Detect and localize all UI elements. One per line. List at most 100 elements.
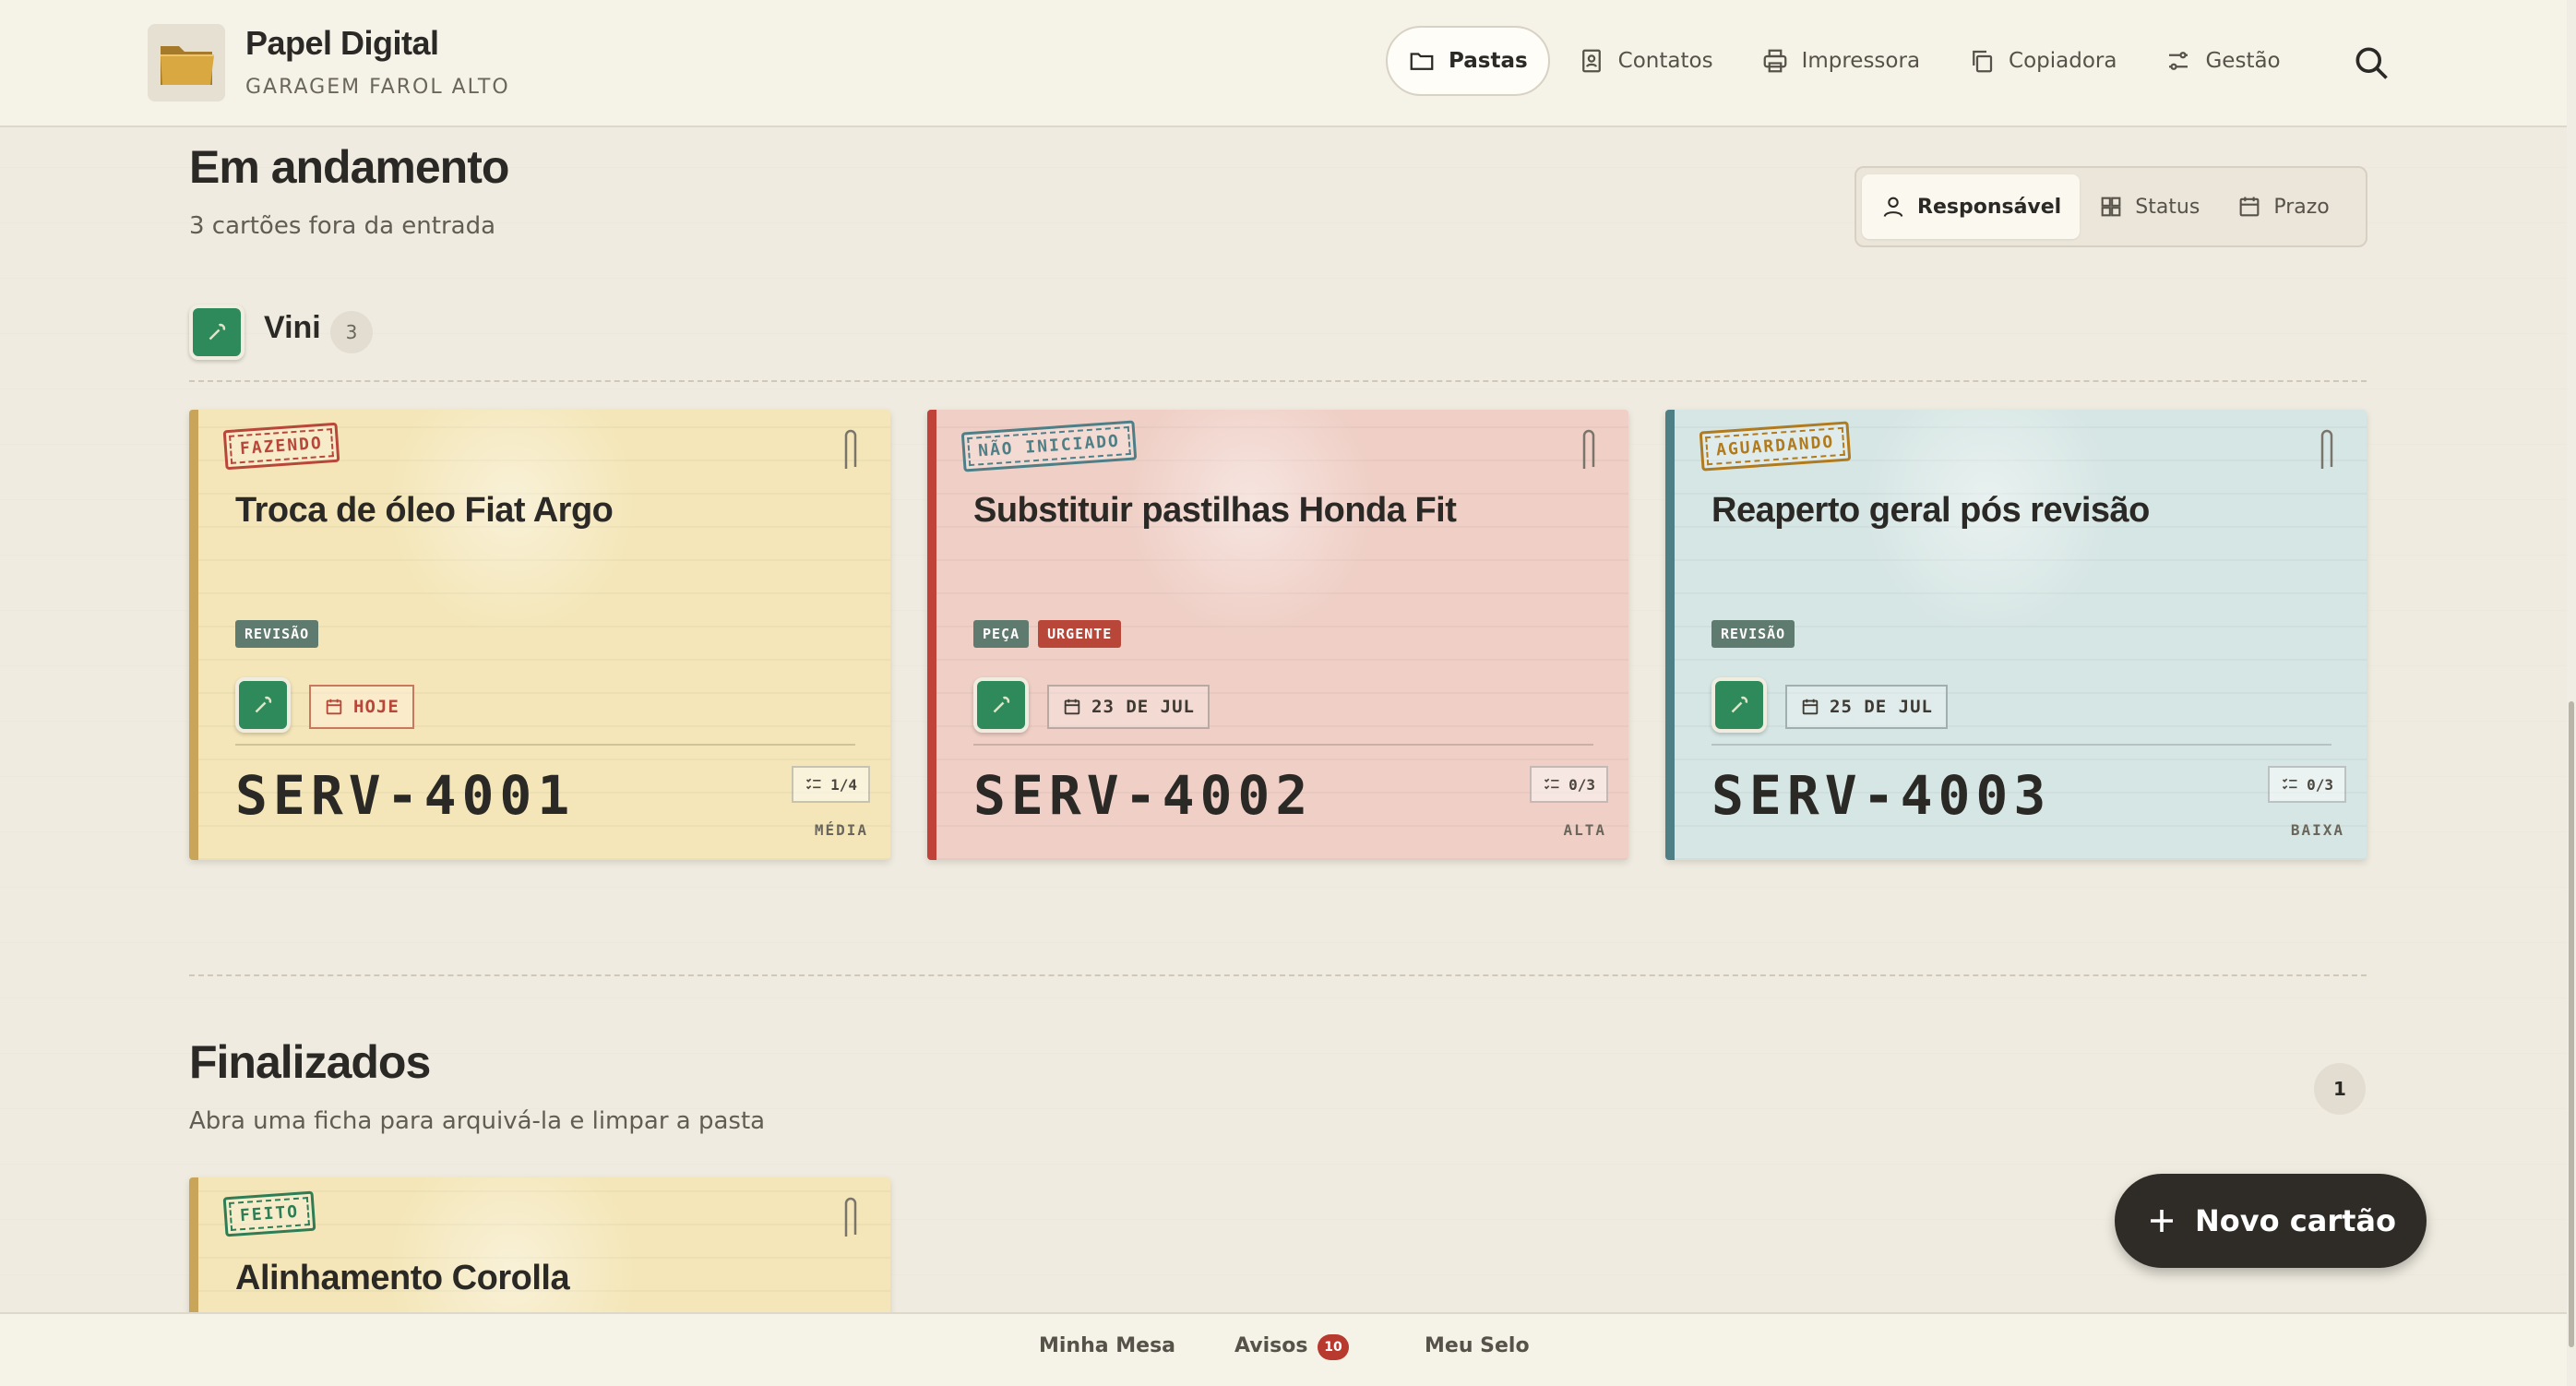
group-by-label: Prazo: [2273, 195, 2330, 219]
avatar: [235, 677, 291, 733]
checklist-progress: 0/3: [1568, 775, 1595, 794]
divider: [189, 974, 2367, 976]
due-date-chip: HOJE: [309, 685, 414, 729]
calendar-icon: [1802, 699, 1819, 715]
status-stamp: AGUARDANDO: [1699, 421, 1852, 472]
task-card[interactable]: FEITO Alinhamento Corolla: [189, 1177, 890, 1325]
checklist-progress: 1/4: [830, 775, 857, 794]
due-date: HOJE: [353, 697, 400, 717]
avatar: [973, 677, 1029, 733]
due-date-chip: 23 DE JUL: [1047, 685, 1210, 729]
nav-copiadora[interactable]: Copiadora: [1948, 26, 2137, 96]
scrollbar[interactable]: [2567, 0, 2576, 1386]
group-by-responsavel[interactable]: Responsável: [1862, 174, 2081, 239]
task-card[interactable]: NÃO INICIADO Substituir pastilhas Honda …: [927, 410, 1628, 860]
avatar: [1711, 677, 1767, 733]
group-by-label: Status: [2135, 195, 2200, 219]
card-edge: [189, 1177, 198, 1325]
checklist-icon: [1544, 778, 1559, 790]
app-logo[interactable]: [148, 24, 225, 102]
calendar-icon: [2239, 197, 2260, 217]
nav-label: Copiadora: [2009, 49, 2117, 73]
checklist-chip: 1/4: [792, 766, 870, 803]
avatar: [189, 305, 244, 360]
scrollbar-thumb[interactable]: [2569, 701, 2574, 1347]
copy-icon: [1973, 50, 1993, 73]
checklist-progress: 0/3: [2307, 775, 2333, 794]
user-icon: [1883, 197, 1903, 218]
grid-icon: [2101, 197, 2121, 217]
notification-badge: 10: [1318, 1334, 1349, 1360]
bottom-bar: Minha Mesa Avisos 10 Meu Selo: [0, 1312, 2567, 1386]
section-subtitle-done: Abra uma ficha para arquivá-la e limpar …: [189, 1107, 766, 1135]
priority-label: MÉDIA: [814, 821, 868, 839]
card-tags: PEÇA URGENTE: [973, 620, 1122, 648]
main-nav: Pastas Contatos Impressora Copiadora Ges…: [1386, 26, 2308, 96]
group-by-toggle: Responsável Status Prazo: [1854, 166, 2367, 247]
bottom-item-avisos[interactable]: Avisos: [1234, 1334, 1307, 1357]
paperclip-icon[interactable]: [839, 426, 863, 471]
app-subtitle: GARAGEM FAROL ALTO: [245, 76, 510, 99]
paperclip-icon[interactable]: [2315, 426, 2339, 471]
card-edge: [189, 410, 198, 860]
section-title-in-progress: Em andamento: [189, 141, 509, 193]
priority-label: ALTA: [1563, 821, 1606, 839]
plus-icon: [2151, 1210, 2174, 1232]
search-icon[interactable]: [2351, 42, 2391, 83]
card-edge: [1665, 410, 1675, 860]
nav-contatos[interactable]: Contatos: [1557, 26, 1734, 96]
nav-label: Impressora: [1801, 49, 1921, 73]
group-by-status[interactable]: Status: [2080, 174, 2218, 239]
nav-label: Pastas: [1449, 49, 1528, 73]
due-date: 25 DE JUL: [1830, 697, 1933, 717]
card-title: Substituir pastilhas Honda Fit: [973, 491, 1457, 530]
paperclip-icon[interactable]: [839, 1194, 863, 1238]
task-card[interactable]: FAZENDO Troca de óleo Fiat Argo REVISÃO …: [189, 410, 890, 860]
app-header: Papel Digital GARAGEM FAROL ALTO Pastas …: [0, 0, 2567, 127]
new-card-button[interactable]: Novo cartão: [2115, 1174, 2427, 1268]
settings-sliders-icon: [2169, 52, 2188, 70]
paperclip-icon[interactable]: [1577, 426, 1601, 471]
nav-label: Gestão: [2205, 49, 2281, 73]
service-code: SERV-4003: [1711, 764, 2052, 827]
service-code: SERV-4001: [235, 764, 576, 827]
wrench-icon: [993, 696, 1010, 713]
folder-logo-icon: [161, 46, 214, 85]
card-title: Alinhamento Corolla: [235, 1259, 570, 1297]
bottom-item-meu-selo[interactable]: Meu Selo: [1425, 1334, 1530, 1357]
due-date-chip: 25 DE JUL: [1785, 685, 1948, 729]
checklist-icon: [2283, 778, 2297, 790]
card-tags: REVISÃO: [1711, 620, 1795, 648]
section-title-done: Finalizados: [189, 1036, 431, 1088]
contact-card-icon: [1581, 49, 1601, 73]
tag: REVISÃO: [235, 620, 319, 648]
done-count: 1: [2314, 1063, 2366, 1115]
card-title: Reaperto geral pós revisão: [1711, 491, 2150, 530]
status-stamp: FEITO: [222, 1190, 316, 1237]
tag: REVISÃO: [1711, 620, 1795, 648]
checklist-icon: [806, 778, 821, 790]
priority-label: BAIXA: [2290, 821, 2344, 839]
nav-impressora[interactable]: Impressora: [1741, 26, 1940, 96]
divider: [189, 380, 2367, 382]
group-by-prazo[interactable]: Prazo: [2218, 174, 2347, 239]
checklist-chip: 0/3: [2268, 766, 2346, 803]
calendar-icon: [1064, 699, 1080, 715]
bottom-item-minha-mesa[interactable]: Minha Mesa: [1039, 1334, 1175, 1357]
group-name: Vini: [264, 310, 321, 345]
group-count: 3: [330, 311, 373, 353]
tag: URGENTE: [1038, 620, 1122, 648]
card-tags: REVISÃO: [235, 620, 319, 648]
task-card[interactable]: AGUARDANDO Reaperto geral pós revisão RE…: [1665, 410, 2367, 860]
wrench-icon: [209, 323, 226, 341]
status-stamp: FAZENDO: [222, 422, 340, 471]
wrench-icon: [1731, 696, 1748, 713]
nav-pastas[interactable]: Pastas: [1386, 26, 1550, 96]
section-subtitle-in-progress: 3 cartões fora da entrada: [189, 212, 496, 240]
card-edge: [927, 410, 936, 860]
wrench-icon: [255, 696, 272, 713]
printer-icon: [1763, 49, 1786, 73]
app-title: Papel Digital: [245, 24, 439, 62]
new-card-label: Novo cartão: [2195, 1203, 2396, 1238]
nav-gestao[interactable]: Gestão: [2144, 26, 2300, 96]
